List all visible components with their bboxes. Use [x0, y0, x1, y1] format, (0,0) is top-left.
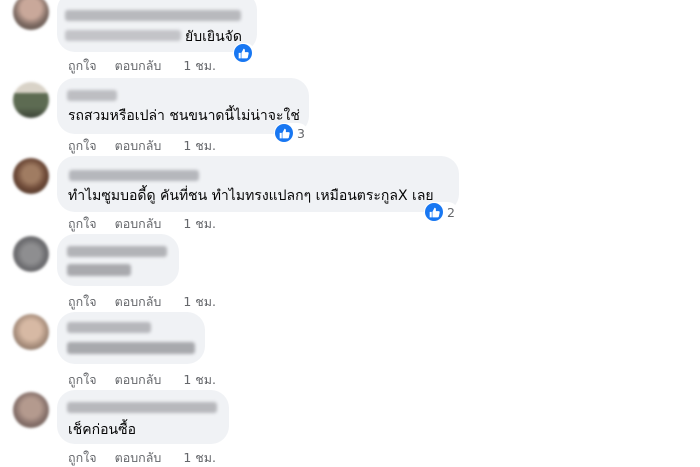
reaction-count: 3: [297, 125, 305, 141]
redacted-author-name: [67, 402, 217, 413]
comment-actions: ถูกใจ ตอบกลับ 1 ชม.: [68, 292, 234, 312]
timestamp[interactable]: 1 ชม.: [183, 292, 216, 312]
redacted-author-name: [67, 90, 117, 101]
comment-bubble: [57, 234, 179, 286]
reaction-count: 2: [447, 204, 455, 220]
reaction-summary[interactable]: 2: [424, 202, 458, 222]
avatar[interactable]: [13, 158, 49, 194]
comment-actions: ถูกใจ ตอบกลับ 1 ชม.: [68, 214, 234, 234]
redacted-text: [67, 264, 131, 276]
timestamp[interactable]: 1 ชม.: [183, 136, 216, 156]
avatar[interactable]: [13, 82, 49, 118]
comment-actions: ถูกใจ ตอบกลับ 1 ชม.: [68, 56, 234, 76]
like-thumb-icon: [275, 124, 293, 142]
comment-text: รถสวมหรือเปล่า ชนขนาดนี้ไม่น่าจะใช่: [68, 108, 300, 124]
like-link[interactable]: ถูกใจ: [68, 136, 97, 156]
redacted-author-name: [69, 170, 199, 181]
reply-link[interactable]: ตอบกลับ: [115, 214, 162, 234]
timestamp[interactable]: 1 ชม.: [183, 370, 216, 390]
avatar[interactable]: [13, 236, 49, 272]
like-link[interactable]: ถูกใจ: [68, 292, 97, 312]
redacted-author-name: [65, 10, 241, 21]
like-link[interactable]: ถูกใจ: [68, 370, 97, 390]
redacted-author-name: [67, 322, 151, 333]
comment-text: ยับเยินจัด: [185, 29, 242, 45]
reply-link[interactable]: ตอบกลับ: [115, 448, 162, 467]
like-link[interactable]: ถูกใจ: [68, 56, 97, 76]
avatar[interactable]: [13, 0, 49, 30]
comment-bubble: ทำไมซูมบอดี้ดู คันที่ชน ทำไมทรงแปลกๆ เหม…: [57, 156, 459, 212]
like-thumb-icon: [234, 44, 252, 62]
like-link[interactable]: ถูกใจ: [68, 448, 97, 467]
reply-link[interactable]: ตอบกลับ: [115, 292, 162, 312]
redacted-text: [65, 30, 181, 41]
timestamp[interactable]: 1 ชม.: [183, 56, 216, 76]
timestamp[interactable]: 1 ชม.: [183, 214, 216, 234]
comment-bubble: ยับเยินจัด: [57, 0, 257, 52]
reply-link[interactable]: ตอบกลับ: [115, 136, 162, 156]
reply-link[interactable]: ตอบกลับ: [115, 370, 162, 390]
timestamp[interactable]: 1 ชม.: [183, 448, 216, 467]
comment-actions: ถูกใจ ตอบกลับ 1 ชม.: [68, 448, 234, 467]
redacted-text: [67, 342, 195, 354]
comment-bubble: [57, 312, 205, 364]
comment-text: ทำไมซูมบอดี้ดู คันที่ชน ทำไมทรงแปลกๆ เหม…: [68, 188, 434, 204]
avatar[interactable]: [13, 392, 49, 428]
comment-bubble: เช็คก่อนซื้อ: [57, 390, 229, 444]
comment-bubble: รถสวมหรือเปล่า ชนขนาดนี้ไม่น่าจะใช่: [57, 78, 309, 134]
like-thumb-icon: [425, 203, 443, 221]
like-link[interactable]: ถูกใจ: [68, 214, 97, 234]
comment-actions: ถูกใจ ตอบกลับ 1 ชม.: [68, 370, 234, 390]
comment-actions: ถูกใจ ตอบกลับ 1 ชม.: [68, 136, 234, 156]
reaction-summary[interactable]: 3: [274, 123, 308, 143]
comment-text: เช็คก่อนซื้อ: [68, 422, 137, 438]
reply-link[interactable]: ตอบกลับ: [115, 56, 162, 76]
avatar[interactable]: [13, 314, 49, 350]
reaction-summary[interactable]: [233, 43, 255, 63]
comment-thread: ยับเยินจัด ถูกใจ ตอบกลับ 1 ชม. รถสวมหรือ…: [0, 0, 700, 467]
redacted-author-name: [67, 246, 167, 257]
